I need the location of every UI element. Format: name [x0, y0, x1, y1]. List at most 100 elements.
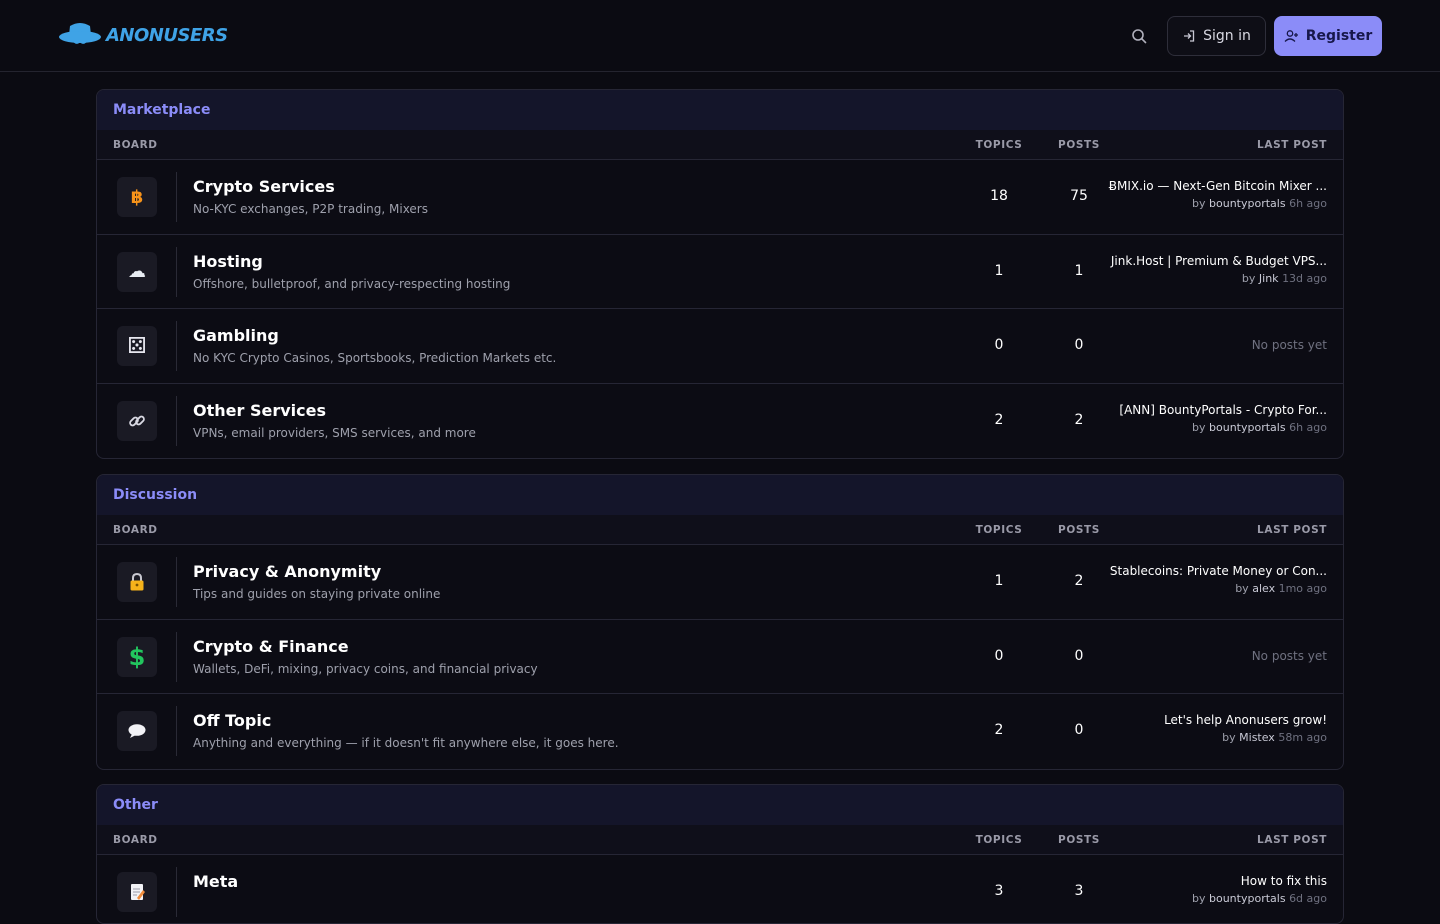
- topics-count: 0: [994, 647, 1004, 664]
- category-title[interactable]: Discussion: [113, 487, 197, 503]
- board-row[interactable]: Privacy & Anonymity Tips and guides on s…: [97, 545, 1343, 620]
- board-title[interactable]: Off Topic: [193, 711, 271, 730]
- last-post-by: by: [1241, 271, 1256, 285]
- board-description: Offshore, bulletproof, and privacy-respe…: [193, 276, 511, 291]
- last-post-time: 6h ago: [1289, 197, 1327, 210]
- board-row[interactable]: ⚄ Gambling No KYC Crypto Casinos, Sports…: [97, 309, 1343, 384]
- topics-count: 3: [994, 883, 1004, 899]
- memo-icon: [117, 872, 157, 912]
- column-posts: POSTS: [1058, 834, 1100, 846]
- board-row[interactable]: ฿ Crypto Services No-KYC exchanges, P2P …: [97, 160, 1343, 235]
- dice-icon: ⚄: [117, 326, 157, 366]
- divider: [176, 246, 177, 297]
- divider: [176, 867, 177, 917]
- category-header: Other: [97, 785, 1343, 825]
- last-post-time: 6h ago: [1289, 420, 1327, 434]
- board-description: VPNs, email providers, SMS services, and…: [193, 425, 476, 440]
- last-post-user[interactable]: alex: [1252, 582, 1275, 595]
- board-description: Wallets, DeFi, mixing, privacy coins, an…: [193, 661, 538, 676]
- last-post-title[interactable]: ɃMIX.io — Next-Gen Bitcoin Mixer ...: [1097, 179, 1327, 193]
- last-post: Jink.Host | Premium & Budget VPS... by J…: [1097, 254, 1327, 285]
- column-posts: POSTS: [1058, 524, 1100, 536]
- bitcoin-icon: ฿: [117, 177, 157, 217]
- last-post-user[interactable]: bountyportals: [1209, 421, 1286, 434]
- register-label: Register: [1305, 28, 1373, 44]
- last-post: Let's help Anonusers grow! by Mistex 58m…: [1097, 713, 1327, 744]
- divider: [176, 706, 177, 756]
- divider: [176, 395, 177, 446]
- last-post-by: by: [1235, 582, 1249, 595]
- board-description: No KYC Crypto Casinos, Sportsbooks, Pred…: [193, 351, 557, 365]
- last-post-by: by: [1222, 731, 1236, 744]
- last-post-time: 1mo ago: [1278, 582, 1327, 595]
- last-post-time: 13d ago: [1282, 271, 1327, 285]
- search-icon: [1132, 29, 1147, 44]
- last-post-by: by: [1192, 420, 1206, 434]
- last-post: [ANN] BountyPortals - Crypto For... by b…: [1097, 403, 1327, 434]
- category-discussion: Discussion BOARD TOPICS POSTS LAST POST …: [96, 474, 1344, 770]
- sign-in-button[interactable]: Sign in: [1167, 16, 1266, 56]
- board-description: Anything and everything — if it doesn't …: [193, 736, 619, 750]
- logo-text: ANONUSERS: [106, 24, 228, 46]
- topics-count: 2: [994, 411, 1004, 428]
- board-title[interactable]: Crypto Services: [193, 177, 335, 196]
- column-headers: BOARD TOPICS POSTS LAST POST: [97, 130, 1343, 160]
- sign-in-icon: [1184, 30, 1195, 42]
- last-post-user[interactable]: Jink: [1259, 272, 1279, 285]
- topics-count: 1: [994, 573, 1004, 589]
- last-post-title[interactable]: Jink.Host | Premium & Budget VPS...: [1097, 254, 1327, 268]
- board-title[interactable]: Privacy & Anonymity: [193, 562, 381, 581]
- last-post-user[interactable]: Mistex: [1239, 731, 1275, 744]
- board-row[interactable]: Meta 3 3 How to fix this by bountyportal…: [97, 855, 1343, 923]
- divider: [176, 321, 177, 371]
- column-last-post: LAST POST: [1257, 524, 1327, 536]
- board-row[interactable]: Off Topic Anything and everything — if i…: [97, 694, 1343, 769]
- column-headers: BOARD TOPICS POSTS LAST POST: [97, 515, 1343, 545]
- last-post-title[interactable]: Stablecoins: Private Money or Con...: [1097, 564, 1327, 578]
- last-post: ɃMIX.io — Next-Gen Bitcoin Mixer ... by …: [1097, 179, 1327, 210]
- search-button[interactable]: [1124, 22, 1154, 50]
- column-board: BOARD: [113, 139, 158, 151]
- board-title[interactable]: Crypto & Finance: [193, 637, 349, 656]
- site-logo[interactable]: ANONUSERS: [58, 20, 228, 50]
- column-board: BOARD: [113, 834, 158, 846]
- board-row[interactable]: ☁ Hosting Offshore, bulletproof, and pri…: [97, 235, 1343, 309]
- add-user-icon: [1284, 30, 1298, 42]
- category-title[interactable]: Other: [113, 797, 158, 813]
- category-title[interactable]: Marketplace: [113, 102, 210, 118]
- board-title[interactable]: Meta: [193, 872, 238, 891]
- divider: [176, 631, 177, 682]
- column-topics: TOPICS: [975, 834, 1023, 846]
- last-post-time: 6d ago: [1289, 892, 1327, 905]
- last-post: Stablecoins: Private Money or Con... by …: [1097, 564, 1327, 595]
- lock-icon: [117, 562, 157, 602]
- no-posts-text: No posts yet: [1251, 338, 1327, 352]
- no-posts-text: No posts yet: [1251, 648, 1327, 663]
- last-post-title[interactable]: Let's help Anonusers grow!: [1097, 713, 1327, 727]
- board-title[interactable]: Hosting: [193, 252, 263, 271]
- last-post-title[interactable]: [ANN] BountyPortals - Crypto For...: [1097, 403, 1327, 417]
- last-post-title[interactable]: How to fix this: [1097, 874, 1327, 888]
- board-description: Tips and guides on staying private onlin…: [193, 587, 441, 601]
- board-row[interactable]: $ Crypto & Finance Wallets, DeFi, mixing…: [97, 620, 1343, 694]
- topics-count: 18: [990, 188, 1008, 204]
- register-button[interactable]: Register: [1274, 16, 1382, 56]
- last-post-time: 58m ago: [1278, 731, 1327, 744]
- link-icon: [117, 400, 157, 441]
- last-post-user[interactable]: bountyportals: [1209, 197, 1286, 210]
- cloud-icon: ☁: [117, 251, 157, 292]
- posts-count: 0: [1074, 647, 1084, 664]
- last-post-by: by: [1192, 197, 1206, 210]
- board-row[interactable]: Other Services VPNs, email providers, SM…: [97, 384, 1343, 459]
- column-topics: TOPICS: [975, 524, 1023, 536]
- last-post-user[interactable]: bountyportals: [1209, 892, 1286, 905]
- topics-count: 0: [994, 337, 1004, 353]
- column-posts: POSTS: [1058, 139, 1100, 151]
- board-title[interactable]: Gambling: [193, 326, 279, 345]
- sign-in-label: Sign in: [1203, 28, 1251, 44]
- column-board: BOARD: [113, 524, 158, 536]
- category-other: Other BOARD TOPICS POSTS LAST POST Meta …: [96, 784, 1344, 924]
- board-title[interactable]: Other Services: [193, 401, 326, 420]
- board-description: No-KYC exchanges, P2P trading, Mixers: [193, 202, 428, 216]
- speech-bubble-icon: [117, 711, 157, 751]
